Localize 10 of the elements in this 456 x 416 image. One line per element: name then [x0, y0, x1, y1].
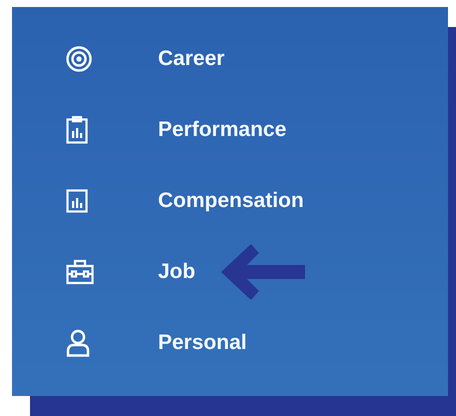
menu-item[interactable]: Job — [148, 260, 196, 284]
target-icon — [66, 46, 92, 72]
menu-item[interactable]: Compensation — [148, 188, 304, 212]
clipboard-chart-icon — [66, 116, 88, 144]
person-icon — [66, 328, 90, 356]
chart-icon — [66, 188, 88, 212]
menu-item[interactable]: Personal — [148, 330, 247, 354]
menu-item[interactable]: Performance — [148, 118, 286, 142]
briefcase-icon — [66, 258, 94, 284]
menu-item[interactable]: Career — [148, 46, 225, 70]
